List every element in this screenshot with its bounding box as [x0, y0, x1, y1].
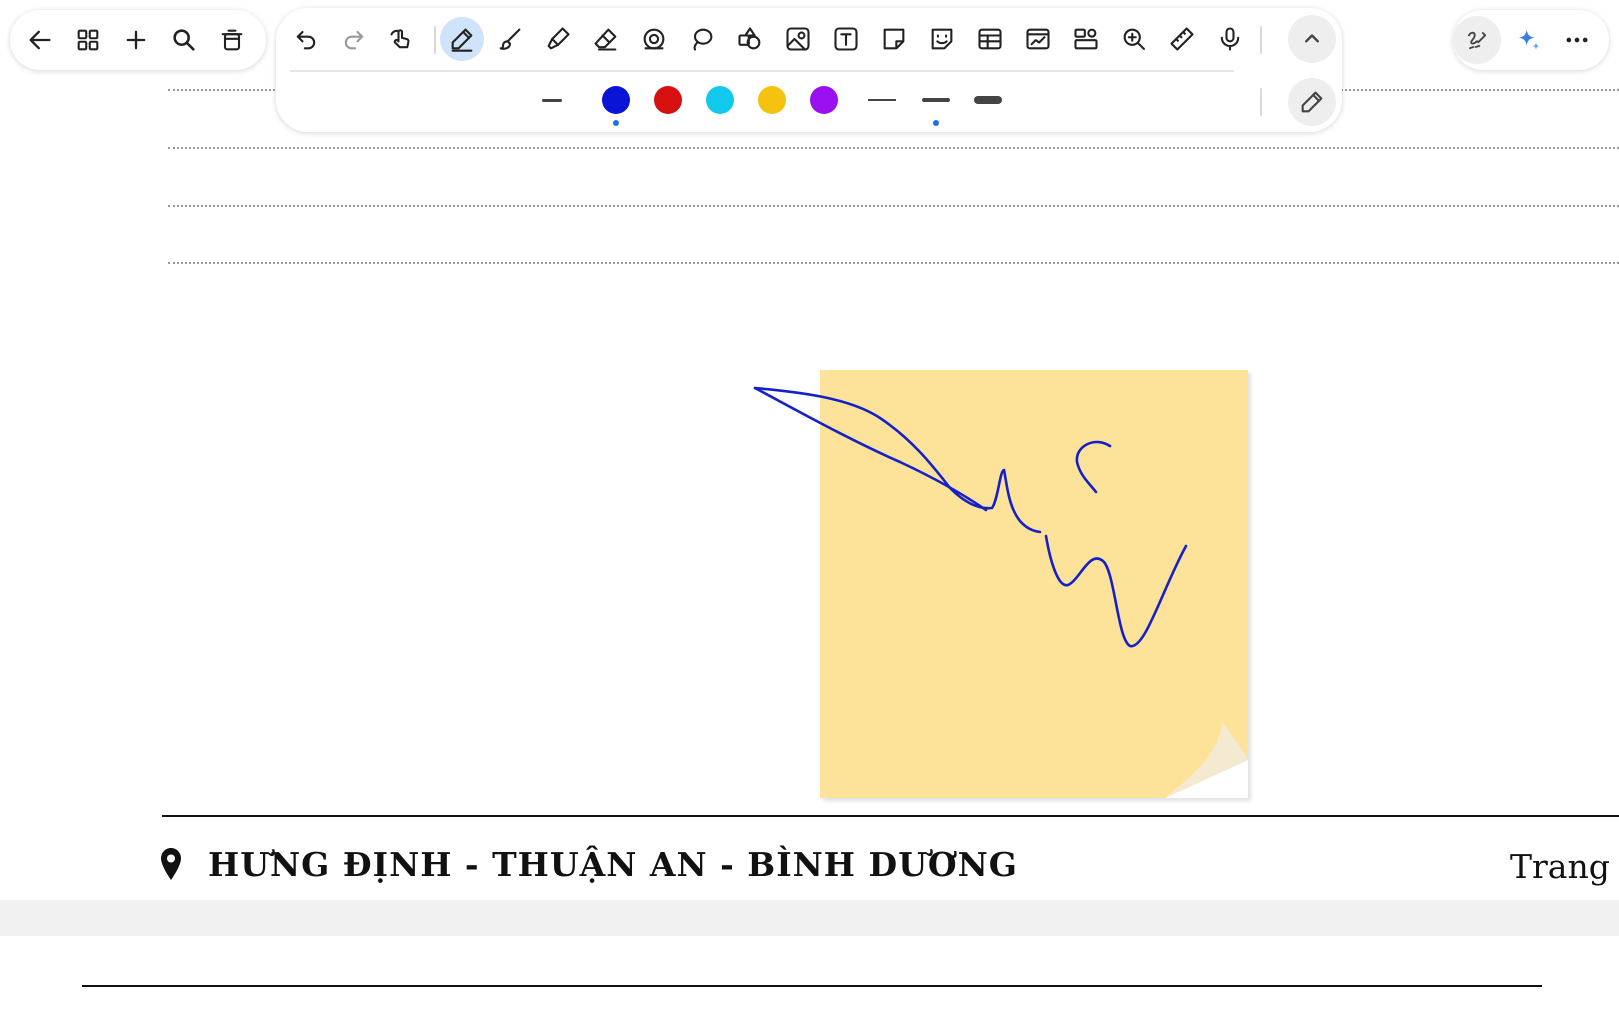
selected-width-indicator — [933, 120, 939, 126]
sticky-note-icon[interactable] — [872, 17, 916, 61]
next-page-divider — [82, 985, 1542, 987]
collapse-chevron-icon[interactable] — [1288, 15, 1336, 63]
sticky-note[interactable] — [820, 370, 1248, 798]
handwriting-convert-icon[interactable] — [1453, 16, 1501, 64]
image-icon[interactable] — [776, 17, 820, 61]
document-page: HƯNG ĐỊNH - THUẬN AN - BÌNH DƯƠNG Trang … — [0, 0, 1619, 900]
next-page — [0, 936, 1619, 1011]
thin-stroke-option[interactable] — [542, 88, 564, 114]
microphone-icon[interactable] — [1208, 17, 1252, 61]
lasso-icon[interactable] — [632, 17, 676, 61]
lasso-loop-icon[interactable] — [680, 17, 724, 61]
footer-divider — [162, 815, 1619, 817]
drawing-toolbar — [276, 8, 1342, 132]
color-swatch-cyan[interactable] — [706, 86, 734, 114]
more-icon[interactable] — [1555, 18, 1599, 62]
grid-view-icon[interactable] — [66, 18, 110, 62]
page-curl-icon — [1165, 722, 1248, 798]
color-swatch-red[interactable] — [654, 86, 682, 114]
pen-settings-icon[interactable] — [1288, 78, 1336, 126]
stroke-width-medium[interactable] — [922, 88, 952, 114]
page-number: Trang 3 — [1510, 847, 1619, 886]
graph-icon[interactable] — [1016, 17, 1060, 61]
color-swatch-blue[interactable] — [602, 86, 630, 114]
redo-icon[interactable] — [332, 17, 376, 61]
page-gap — [0, 900, 1619, 936]
footer-address: HƯNG ĐỊNH - THUẬN AN - BÌNH DƯƠNG — [208, 845, 1018, 884]
back-arrow-icon[interactable] — [18, 18, 62, 62]
writing-line — [168, 205, 1619, 207]
trash-icon[interactable] — [210, 18, 254, 62]
writing-line — [168, 147, 1619, 149]
color-swatch-yellow[interactable] — [758, 86, 786, 114]
ruler-icon[interactable] — [1160, 17, 1204, 61]
shapes-icon[interactable] — [728, 17, 772, 61]
stroke-width-thin[interactable] — [868, 88, 898, 114]
highlighter-icon[interactable] — [536, 17, 580, 61]
toolbar-divider — [434, 26, 436, 54]
brush-icon[interactable] — [488, 17, 532, 61]
toolbar-divider — [1260, 88, 1262, 116]
zoom-icon[interactable] — [1112, 17, 1156, 61]
toolbar-divider — [1260, 26, 1262, 54]
stroke-width-thick[interactable] — [974, 88, 1004, 114]
search-icon[interactable] — [162, 18, 206, 62]
undo-icon[interactable] — [284, 17, 328, 61]
right-toolbar — [1453, 10, 1609, 70]
nav-toolbar — [10, 10, 266, 70]
color-swatch-purple[interactable] — [810, 86, 838, 114]
pen-icon[interactable] — [440, 17, 484, 61]
eraser-icon[interactable] — [584, 17, 628, 61]
location-pin-icon — [161, 848, 181, 880]
toolbar-separator — [290, 70, 1234, 72]
layout-icon[interactable] — [1064, 17, 1108, 61]
selected-color-indicator — [613, 120, 619, 126]
add-icon[interactable] — [114, 18, 158, 62]
read-only-hand-icon[interactable] — [380, 17, 424, 61]
writing-line — [168, 262, 1619, 264]
page-footer: HƯNG ĐỊNH - THUẬN AN - BÌNH DƯƠNG Trang … — [160, 845, 1619, 895]
text-box-icon[interactable] — [824, 17, 868, 61]
ai-sparkle-icon[interactable] — [1507, 18, 1551, 62]
table-icon[interactable] — [968, 17, 1012, 61]
sticker-icon[interactable] — [920, 17, 964, 61]
ink-stroke[interactable] — [0, 0, 1619, 900]
